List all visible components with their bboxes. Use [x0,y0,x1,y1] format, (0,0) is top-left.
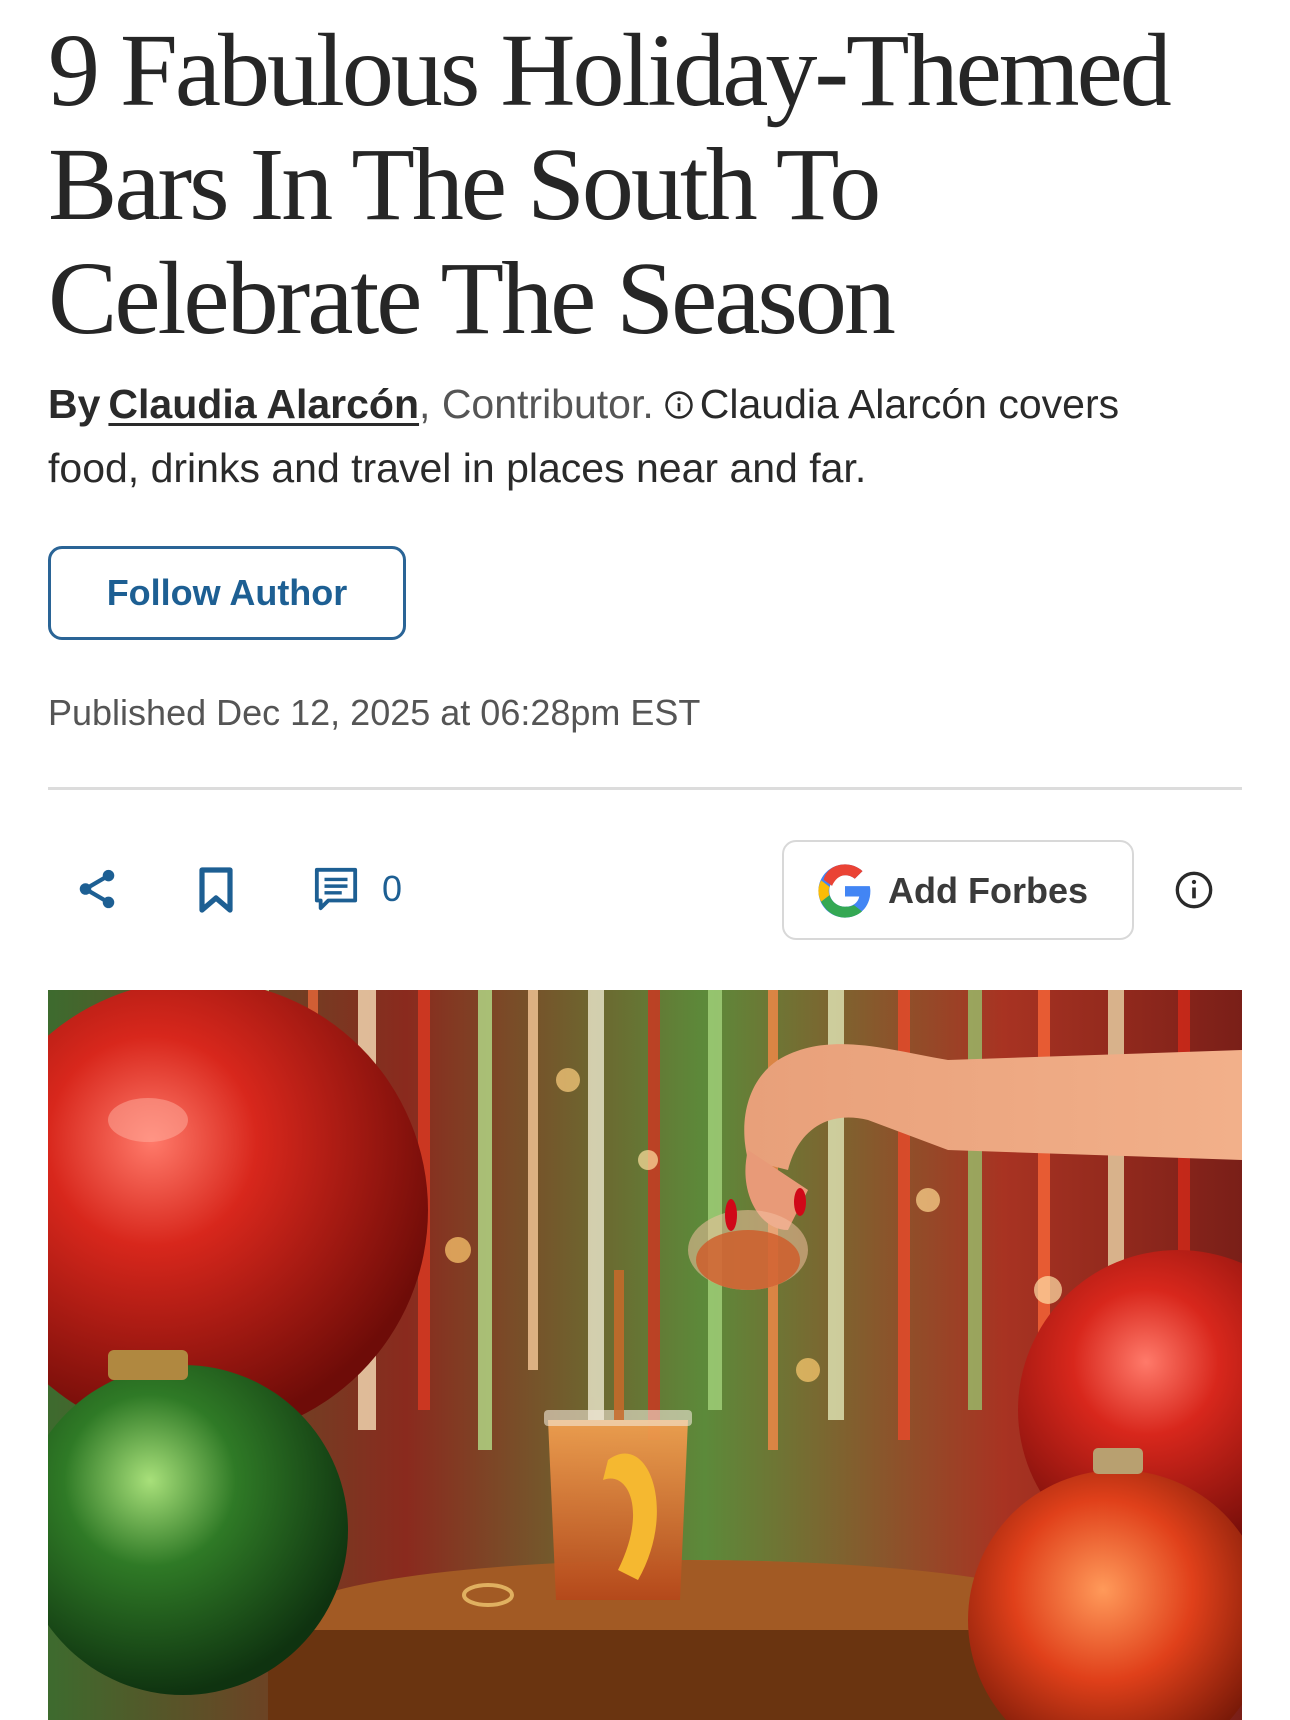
byline: By Claudia Alarcón, Contributor. Claudia A… [48,372,1158,500]
follow-author-button[interactable]: Follow Author [48,546,406,640]
author-link[interactable]: Claudia Alarcón [108,381,419,427]
byline-prefix: By [48,381,101,427]
comment-icon[interactable] [312,866,360,912]
add-forbes-label: Add Forbes [888,870,1089,911]
article-headline: 9 Fabulous Holiday-Themed Bars In The So… [48,13,1172,356]
hero-image [48,990,1242,1720]
author-info-icon[interactable] [664,390,694,420]
info-icon[interactable] [1174,870,1214,910]
add-forbes-google-button[interactable]: Add Forbes [782,840,1134,940]
published-date: Published Dec 12, 2025 at 06:28pm EST [48,692,701,733]
hero-cocktail-photo [48,990,1242,1720]
google-logo-icon [818,864,871,918]
comment-count[interactable]: 0 [382,866,402,912]
divider [48,787,1242,790]
bookmark-icon[interactable] [196,866,236,914]
author-role: , Contributor. [419,381,654,427]
share-icon[interactable] [74,866,120,912]
